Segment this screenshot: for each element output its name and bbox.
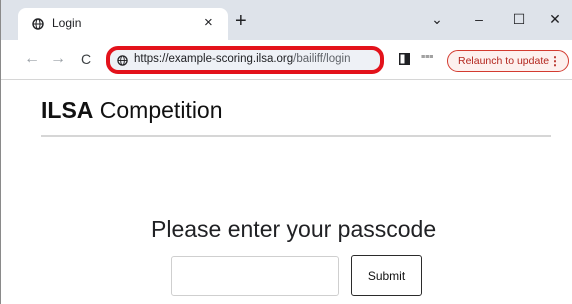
tab-close-icon[interactable]: × (204, 15, 213, 31)
passcode-prompt: Please enter your passcode (151, 216, 437, 242)
globe-icon (32, 18, 44, 30)
address-bar[interactable]: https://example-scoring.ilsa.org/bailiff… (106, 46, 384, 74)
tab-search-dropdown-icon[interactable]: ⌄ (417, 6, 457, 32)
brand-suffix: Competition (93, 97, 223, 123)
passcode-input[interactable] (171, 256, 339, 296)
site-brand[interactable]: ILSA Competition (41, 97, 223, 124)
tab-strip: Login × + ⌄ – ☐ ✕ (1, 0, 572, 40)
site-info-icon[interactable] (117, 55, 128, 66)
page-content: ILSA Competition Please enter your passc… (1, 80, 572, 304)
submit-button[interactable]: Submit (351, 255, 422, 296)
forward-arrow-icon[interactable]: → (49, 50, 67, 68)
brand-name: ILSA (41, 97, 94, 123)
reload-icon[interactable]: C (77, 50, 95, 68)
relaunch-to-update-button[interactable]: Relaunch to update ⋮ (447, 50, 569, 72)
side-panel-icon[interactable] (399, 53, 410, 65)
header-divider (41, 135, 551, 137)
new-tab-button[interactable]: + (235, 11, 247, 31)
url-host: https://example-scoring.ilsa.org (134, 53, 294, 65)
more-menu-icon[interactable]: ⋮ (549, 53, 561, 69)
browser-toolbar: ← → C https://example-scoring.ilsa.org/b… (1, 40, 572, 80)
extension-icon[interactable]: ≡≡≡ (421, 54, 433, 61)
maximize-button[interactable]: ☐ (499, 6, 539, 32)
browser-window: Login × + ⌄ – ☐ ✕ ← → C https://example-… (0, 0, 572, 304)
url-text: https://example-scoring.ilsa.org/bailiff… (134, 53, 350, 65)
url-path: /bailiff/login (293, 53, 351, 65)
tab-title: Login (52, 16, 82, 30)
back-arrow-icon[interactable]: ← (23, 50, 41, 68)
close-window-button[interactable]: ✕ (535, 6, 572, 32)
tab-login[interactable]: Login × (18, 8, 228, 40)
minimize-button[interactable]: – (459, 6, 499, 32)
relaunch-label: Relaunch to update (458, 55, 550, 67)
